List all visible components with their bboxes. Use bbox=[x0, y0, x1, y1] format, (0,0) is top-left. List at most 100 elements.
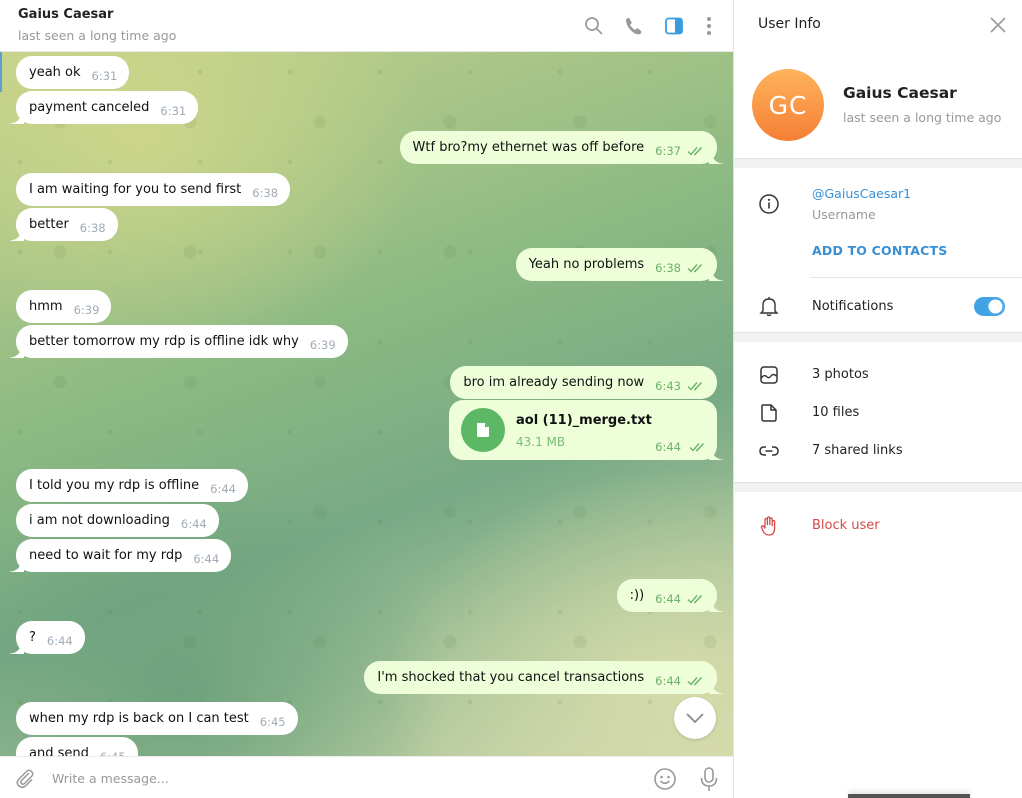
message-outgoing[interactable]: I'm shocked that you cancel transactions… bbox=[364, 661, 723, 694]
message-list[interactable]: yeah ok 6:31 payment canceled 6:31 Wtf bro… bbox=[0, 52, 733, 756]
chat-status: last seen a long time ago bbox=[18, 28, 177, 43]
message-incoming[interactable]: I told you my rdp is offline 6:44 bbox=[16, 469, 248, 502]
more-options-button[interactable] bbox=[697, 14, 721, 38]
chevron-down-icon bbox=[686, 713, 704, 724]
close-icon[interactable] bbox=[988, 15, 1008, 35]
message-time: 6:39 bbox=[309, 338, 336, 352]
bell-icon bbox=[759, 297, 779, 317]
message-incoming[interactable]: ? 6:44 bbox=[10, 621, 85, 654]
file-size: 43.1 MB bbox=[516, 435, 566, 449]
chat-header[interactable]: Gaius Caesar last seen a long time ago bbox=[0, 0, 733, 52]
document-icon bbox=[477, 423, 489, 437]
message-time: 6:39 bbox=[73, 303, 100, 317]
double-check-icon bbox=[687, 382, 703, 391]
profile-status: last seen a long time ago bbox=[843, 110, 1002, 125]
message-outgoing[interactable]: bro im already sending now 6:43 bbox=[450, 366, 717, 399]
username-link[interactable]: @GaiusCaesar1 bbox=[812, 186, 911, 201]
message-text: I'm shocked that you cancel transactions bbox=[377, 670, 645, 685]
message-text: yeah ok bbox=[29, 65, 81, 80]
message-text: ? bbox=[29, 630, 36, 645]
message-outgoing[interactable]: :)) 6:44 bbox=[616, 579, 724, 612]
emoji-icon[interactable] bbox=[653, 767, 677, 791]
photos-link[interactable]: 3 photos bbox=[812, 367, 869, 382]
section-divider bbox=[734, 332, 1022, 342]
message-time: 6:44 bbox=[180, 517, 207, 531]
message-time: 6:38 bbox=[79, 221, 106, 235]
shared-links-link[interactable]: 7 shared links bbox=[812, 443, 903, 458]
profile-name: Gaius Caesar bbox=[843, 84, 957, 102]
microphone-icon[interactable] bbox=[698, 766, 720, 792]
chat-title[interactable]: Gaius Caesar bbox=[18, 7, 113, 22]
attach-icon[interactable] bbox=[14, 767, 36, 789]
section-divider bbox=[734, 158, 1022, 168]
message-text: :)) bbox=[629, 588, 645, 603]
message-incoming[interactable]: need to wait for my rdp 6:44 bbox=[9, 539, 232, 572]
message-text: I am waiting for you to send first bbox=[29, 182, 242, 197]
message-incoming[interactable]: i am not downloading 6:44 bbox=[16, 504, 219, 537]
message-time: 6:44 bbox=[655, 674, 681, 688]
message-outgoing[interactable]: Wtf bro?my ethernet was off before 6:37 bbox=[399, 131, 724, 164]
chat-pane: yeah ok 6:31 payment canceled 6:31 Wtf bro… bbox=[0, 0, 733, 798]
message-time: 6:38 bbox=[252, 186, 279, 200]
telegram-window: yeah ok 6:31 payment canceled 6:31 Wtf bro… bbox=[0, 0, 1022, 798]
message-text: Wtf bro?my ethernet was off before bbox=[412, 140, 645, 155]
selection-indicator bbox=[0, 52, 2, 92]
file-name[interactable]: aol (11)_merge.txt bbox=[516, 413, 652, 428]
block-user-button[interactable]: Block user bbox=[812, 518, 880, 533]
message-incoming[interactable]: and send 6:45 bbox=[16, 737, 138, 756]
message-text: bro im already sending now bbox=[463, 375, 645, 390]
message-incoming[interactable]: better 6:38 bbox=[10, 208, 118, 241]
file-download-button[interactable] bbox=[461, 408, 505, 452]
add-to-contacts-button[interactable]: ADD TO CONTACTS bbox=[812, 243, 947, 258]
message-text: payment canceled bbox=[29, 100, 150, 115]
file-message[interactable]: aol (11)_merge.txt 43.1 MB 6:44 bbox=[449, 400, 723, 460]
message-input[interactable] bbox=[52, 766, 632, 790]
section-divider bbox=[734, 482, 1022, 492]
message-time: 6:43 bbox=[655, 379, 681, 393]
search-button[interactable] bbox=[582, 14, 606, 38]
message-time: 6:37 bbox=[655, 144, 681, 158]
call-button[interactable] bbox=[622, 14, 646, 38]
message-text: Yeah no problems bbox=[528, 257, 645, 272]
message-time: 6:38 bbox=[655, 261, 681, 275]
scroll-to-bottom-button[interactable] bbox=[674, 697, 716, 739]
message-text: and send bbox=[29, 746, 89, 756]
message-text: i am not downloading bbox=[29, 513, 170, 528]
double-check-icon bbox=[687, 677, 703, 686]
message-time: 6:44 bbox=[46, 634, 73, 648]
message-incoming[interactable]: yeah ok 6:31 bbox=[16, 56, 130, 89]
notifications-label: Notifications bbox=[812, 299, 894, 314]
file-icon bbox=[761, 404, 777, 422]
avatar[interactable]: GC bbox=[752, 69, 824, 141]
message-text: need to wait for my rdp bbox=[29, 548, 183, 563]
message-incoming[interactable]: when my rdp is back on I can test 6:45 bbox=[16, 702, 298, 735]
message-incoming[interactable]: payment canceled 6:31 bbox=[9, 91, 199, 124]
message-time: 6:31 bbox=[91, 69, 118, 83]
photo-icon bbox=[760, 366, 778, 384]
message-text: when my rdp is back on I can test bbox=[29, 711, 249, 726]
divider bbox=[810, 277, 1022, 278]
notifications-toggle[interactable] bbox=[974, 297, 1005, 316]
message-text: I told you my rdp is offline bbox=[29, 478, 200, 493]
message-incoming[interactable]: hmm 6:39 bbox=[16, 290, 112, 323]
phone-icon bbox=[626, 18, 642, 35]
double-check-icon bbox=[687, 264, 703, 273]
message-composer bbox=[0, 756, 733, 798]
files-link[interactable]: 10 files bbox=[812, 405, 859, 420]
message-time: 6:44 bbox=[655, 592, 681, 606]
user-info-panel: User Info GC Gaius Caesar last seen a lo… bbox=[733, 0, 1022, 798]
bottom-overlay-bar bbox=[848, 794, 970, 798]
message-incoming[interactable]: better tomorrow my rdp is offline idk wh… bbox=[10, 325, 348, 358]
message-time: 6:31 bbox=[160, 104, 187, 118]
block-hand-icon bbox=[760, 516, 776, 536]
message-text: better bbox=[29, 217, 69, 232]
link-icon bbox=[759, 446, 779, 456]
message-outgoing[interactable]: Yeah no problems 6:38 bbox=[515, 248, 724, 281]
message-text: hmm bbox=[29, 299, 63, 314]
double-check-icon bbox=[689, 443, 705, 452]
search-icon bbox=[585, 17, 603, 35]
more-vertical-icon bbox=[707, 17, 711, 35]
toggle-info-panel-button[interactable] bbox=[662, 14, 686, 38]
message-incoming[interactable]: I am waiting for you to send first 6:38 bbox=[16, 173, 291, 206]
message-time: 6:44 bbox=[655, 440, 681, 454]
